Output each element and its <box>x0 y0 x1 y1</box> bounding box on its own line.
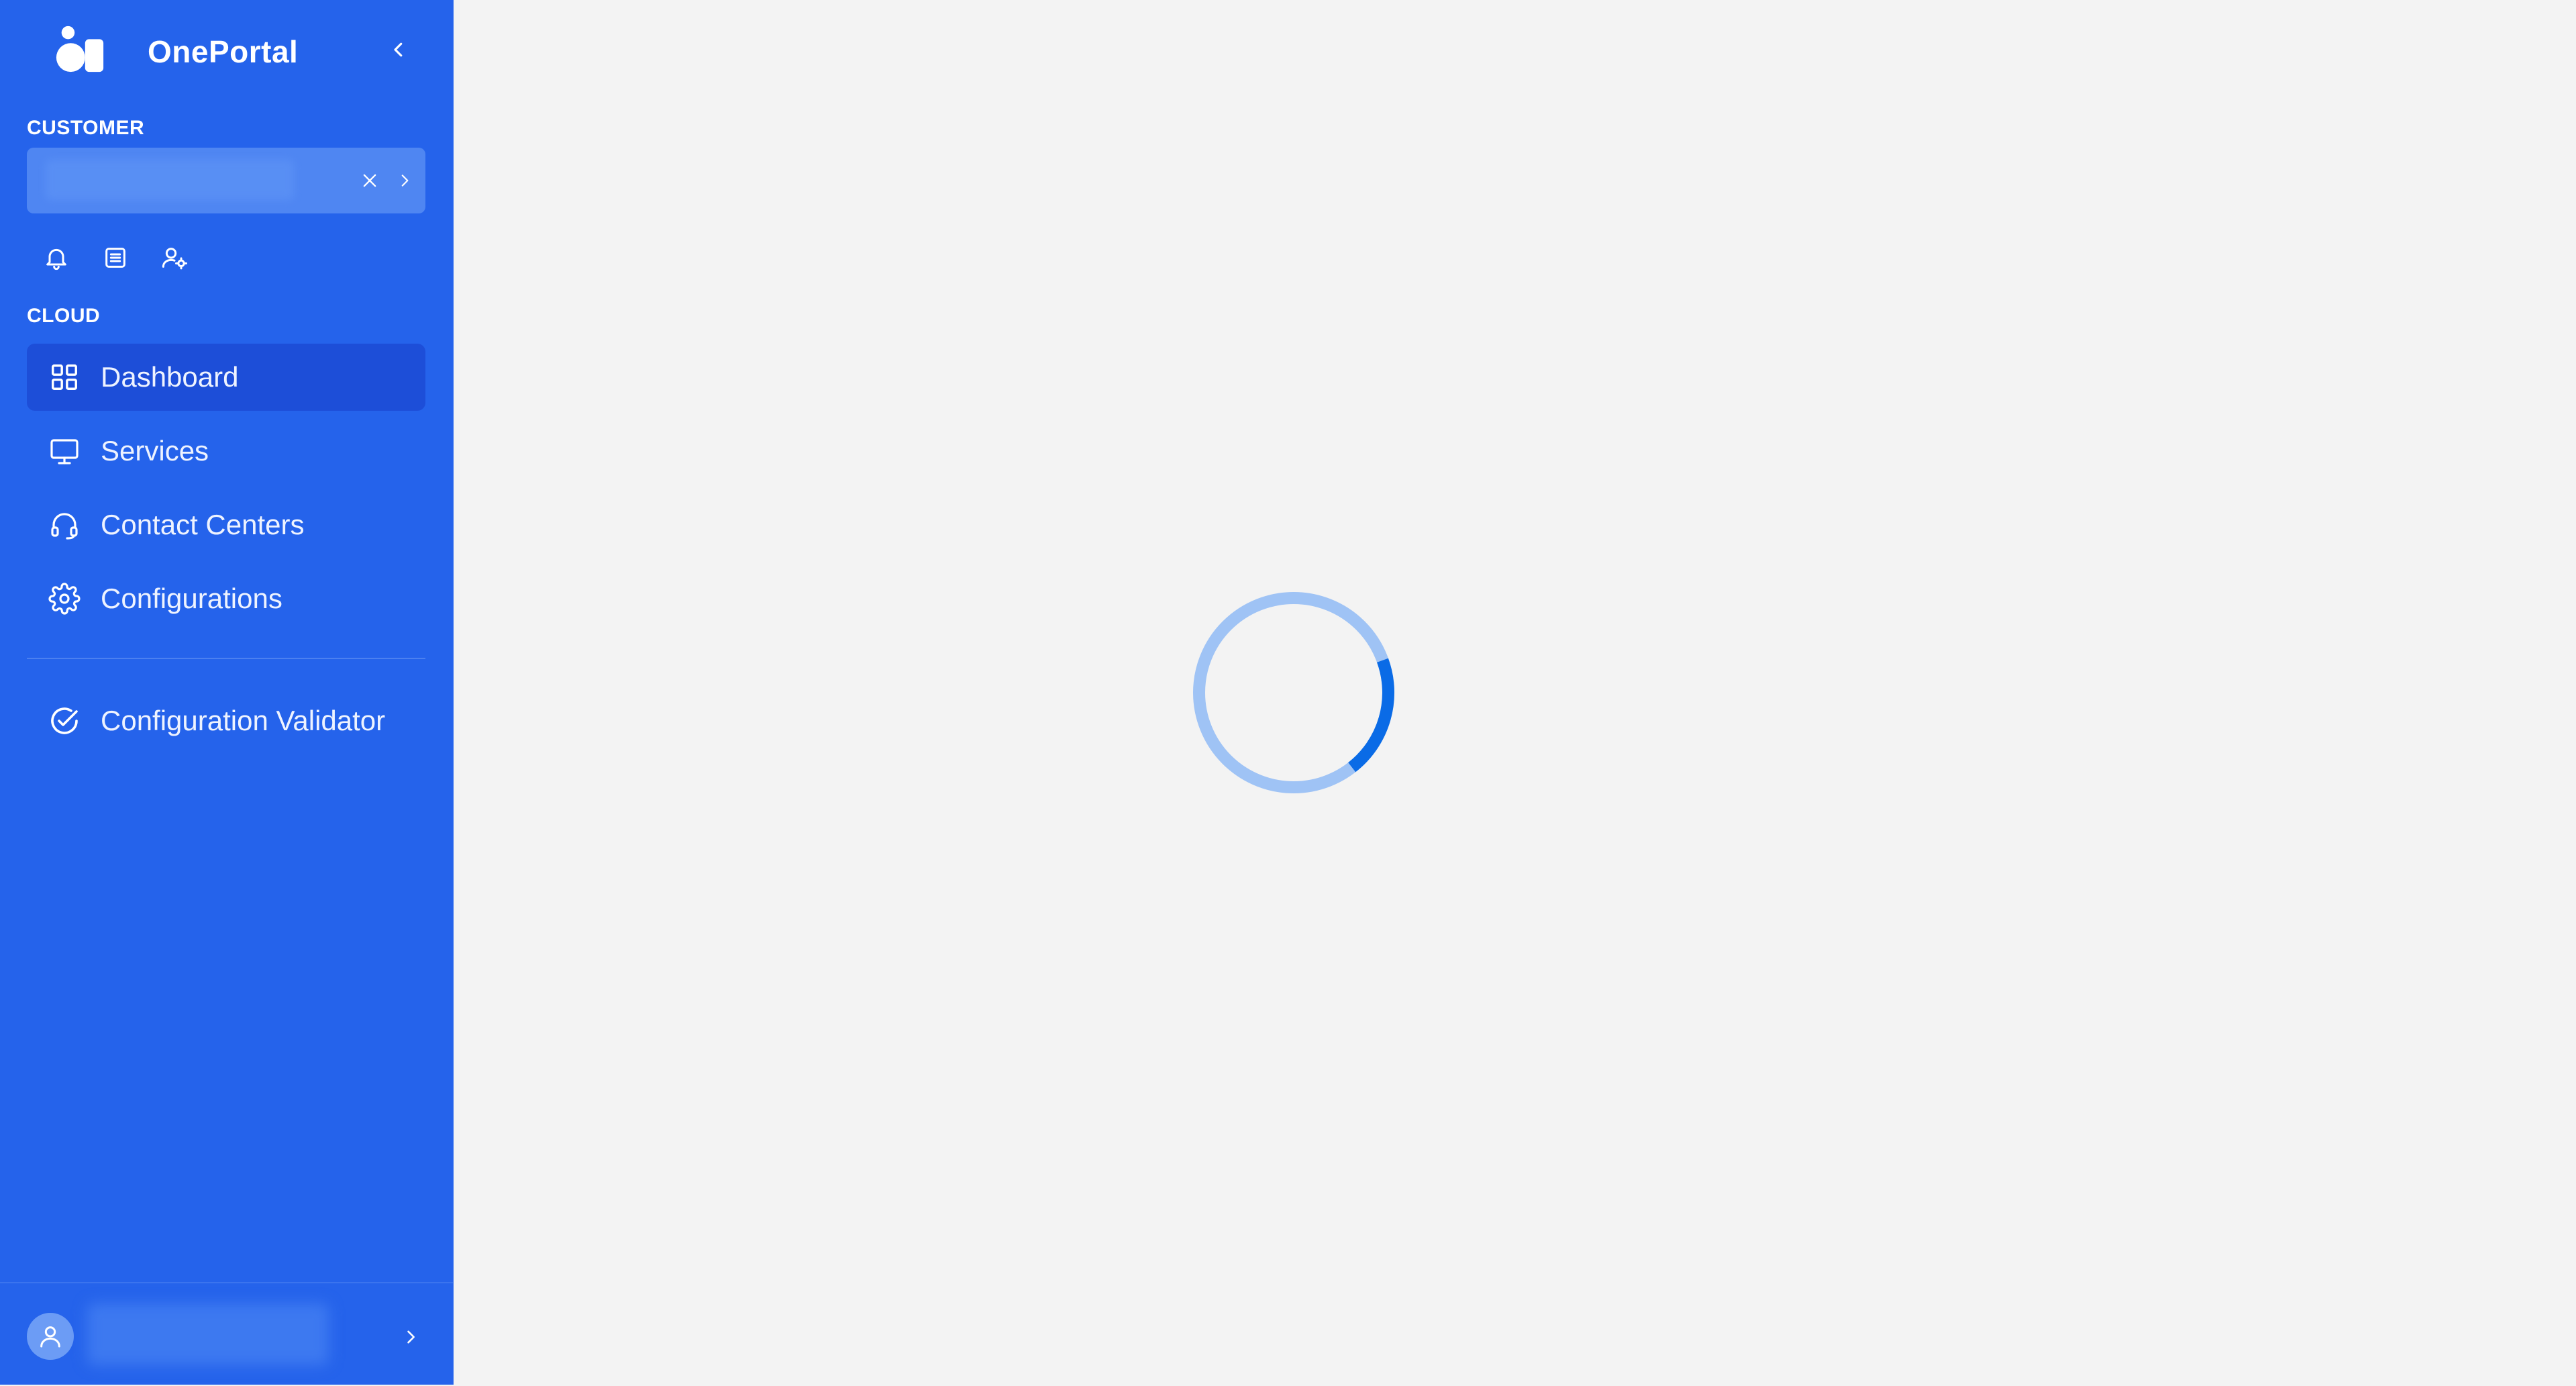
headset-icon <box>47 507 82 542</box>
main-content <box>454 0 2576 1385</box>
nav-item-label: Contact Centers <box>101 509 305 540</box>
user-name <box>87 1303 329 1365</box>
collapse-sidebar-button[interactable] <box>382 34 415 66</box>
list-icon <box>105 248 125 268</box>
loading-spinner <box>1193 592 1394 793</box>
oneportal-logo-icon <box>54 23 106 79</box>
quick-actions <box>42 243 189 273</box>
close-icon <box>363 174 376 187</box>
user-icon <box>40 1326 60 1348</box>
sidebar-divider <box>27 658 425 659</box>
user-gear-icon <box>162 248 187 270</box>
nav-item-configurations[interactable]: Configurations <box>27 565 425 632</box>
nav-item-label: Configurations <box>101 583 282 614</box>
open-user-menu-button[interactable] <box>396 1322 425 1352</box>
bell-icon <box>46 248 66 270</box>
logs-button[interactable] <box>101 243 130 273</box>
nav-item-label: Services <box>101 435 209 466</box>
nav-item-configuration-validator[interactable]: Configuration Validator <box>27 687 425 754</box>
nav-item-contact-centers[interactable]: Contact Centers <box>27 491 425 558</box>
nav-item-dashboard[interactable]: Dashboard <box>27 344 425 411</box>
customer-selector[interactable] <box>27 148 425 213</box>
avatar[interactable] <box>27 1313 74 1360</box>
app-name: OnePortal <box>148 34 299 69</box>
gear-icon <box>47 581 82 616</box>
chevron-right-icon <box>401 175 409 187</box>
customer-section-label: CUSTOMER <box>27 117 145 139</box>
nav-item-services[interactable]: Services <box>27 417 425 485</box>
spinner-arc <box>1193 592 1394 793</box>
brand[interactable]: OnePortal <box>54 23 298 79</box>
chevron-left-icon <box>394 42 403 57</box>
user-footer[interactable] <box>0 1282 453 1386</box>
sidebar: OnePortal CUSTOMER CLOUD Dashboard Servi… <box>0 0 454 1385</box>
chevron-right-icon <box>407 1330 415 1344</box>
notifications-button[interactable] <box>42 243 71 273</box>
cloud-section-label: CLOUD <box>27 305 101 327</box>
user-settings-button[interactable] <box>160 243 189 273</box>
clear-customer-button[interactable] <box>357 168 382 193</box>
monitor-icon <box>47 434 82 468</box>
open-customer-button[interactable] <box>392 168 417 193</box>
check-circle-icon <box>47 703 82 738</box>
nav-item-label: Dashboard <box>101 361 239 393</box>
customer-selected-value <box>46 160 294 200</box>
nav-item-label: Configuration Validator <box>101 705 386 736</box>
grid-icon <box>47 360 82 395</box>
